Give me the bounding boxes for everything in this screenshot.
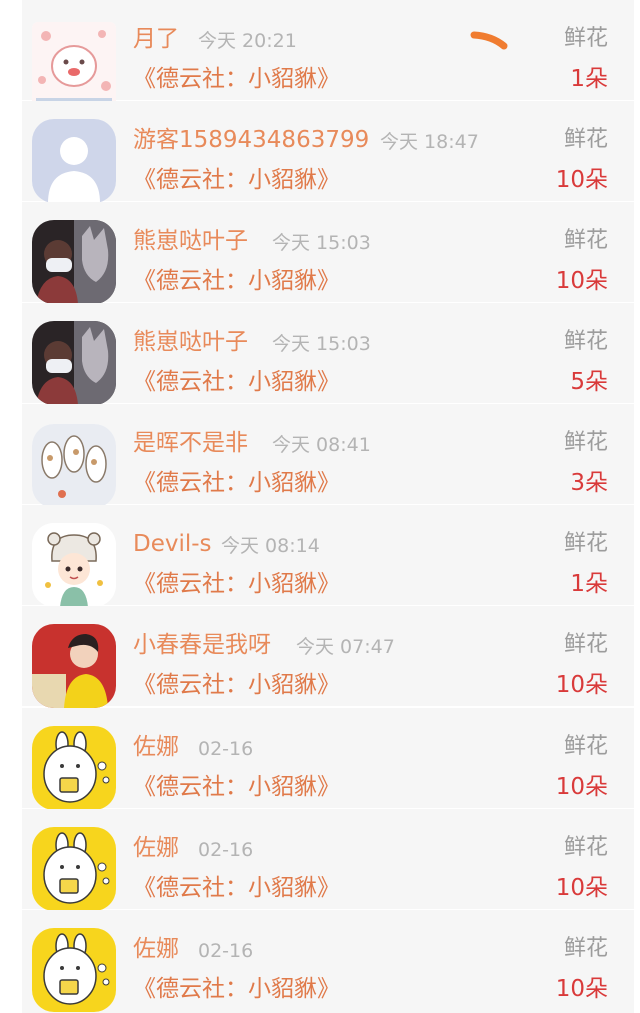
cartoon-tiger-avatar-icon: [32, 22, 116, 106]
avatar[interactable]: [32, 321, 116, 405]
avatar[interactable]: [32, 523, 116, 607]
gift-type: 鲜花: [563, 531, 608, 556]
send-time: 今天 15:03: [272, 333, 371, 355]
work-title-link[interactable]: 《德云社：小貂貅》: [133, 569, 340, 599]
list-item[interactable]: 月了 今天 20:21 鲜花 《德云社：小貂貅》 1朵: [22, 0, 634, 106]
avatar[interactable]: [32, 726, 116, 810]
list-item[interactable]: 佐娜 02-16 鲜花 《德云社：小貂貅》 10朵: [22, 809, 634, 914]
gift-count: 10朵: [555, 672, 608, 698]
list-item[interactable]: 小春春是我呀 今天 07:47 鲜花 《德云社：小貂貅》 10朵: [22, 606, 634, 708]
gift-count: 10朵: [555, 268, 608, 294]
gift-count: 10朵: [555, 875, 608, 901]
avatar[interactable]: [32, 119, 116, 203]
work-title-link[interactable]: 《德云社：小貂貅》: [133, 873, 340, 903]
gift-count: 1朵: [570, 571, 608, 597]
sender-name[interactable]: 月了: [133, 24, 179, 54]
work-title-link[interactable]: 《德云社：小貂貅》: [133, 468, 340, 498]
list-item[interactable]: 熊崽哒叶子 今天 15:03 鲜花 《德云社：小貂貅》 5朵: [22, 303, 634, 405]
gift-type: 鲜花: [563, 329, 608, 354]
send-time: 今天 08:41: [272, 434, 371, 456]
yellow-bunny-avatar-icon: [32, 726, 116, 810]
sender-name[interactable]: Devil-s: [133, 529, 212, 559]
gift-type: 鲜花: [563, 936, 608, 961]
send-time: 02-16: [198, 738, 254, 760]
gift-count: 10朵: [555, 774, 608, 800]
yellow-bunny-avatar-icon: [32, 827, 116, 911]
send-time: 今天 08:14: [221, 535, 320, 557]
list-item[interactable]: 佐娜 02-16 鲜花 《德云社：小貂貅》 10朵: [22, 708, 634, 813]
cartoon-girl-avatar-icon: [32, 523, 116, 607]
gift-type: 鲜花: [563, 127, 608, 152]
gift-count: 3朵: [570, 470, 608, 496]
avatar[interactable]: [32, 220, 116, 304]
masked-person-wolf-avatar-icon: [32, 321, 116, 405]
work-title-link[interactable]: 《德云社：小貂貅》: [133, 670, 340, 700]
gift-type: 鲜花: [563, 632, 608, 657]
avatar[interactable]: [32, 424, 116, 508]
work-title-link[interactable]: 《德云社：小貂貅》: [133, 64, 340, 94]
gift-type: 鲜花: [563, 430, 608, 455]
red-photo-avatar-icon: [32, 624, 116, 708]
gift-count: 10朵: [555, 976, 608, 1002]
list-item[interactable]: 佐娜 02-16 鲜花 《德云社：小貂貅》 10朵: [22, 910, 634, 1013]
gift-count: 1朵: [570, 66, 608, 92]
sender-name[interactable]: 是晖不是非: [133, 428, 248, 458]
send-time: 今天 18:47: [380, 131, 479, 153]
gift-type: 鲜花: [563, 26, 608, 51]
default-person-avatar-icon: [32, 119, 116, 203]
send-time: 02-16: [198, 839, 254, 861]
gift-type: 鲜花: [563, 835, 608, 860]
sender-name[interactable]: 熊崽哒叶子: [133, 226, 248, 256]
list-item[interactable]: 是晖不是非 今天 08:41 鲜花 《德云社：小貂貅》 3朵: [22, 404, 634, 509]
work-title-link[interactable]: 《德云社：小貂貅》: [133, 165, 340, 195]
orange-stroke-mark: [470, 31, 508, 50]
gift-count: 5朵: [570, 369, 608, 395]
work-title-link[interactable]: 《德云社：小貂貅》: [133, 367, 340, 397]
avatar[interactable]: [32, 827, 116, 911]
sender-name[interactable]: 佐娜: [133, 732, 179, 762]
list-item[interactable]: Devil-s 今天 08:14 鲜花 《德云社：小貂貅》 1朵: [22, 505, 634, 610]
sender-name[interactable]: 游客1589434863799: [133, 125, 369, 155]
avatar[interactable]: [32, 22, 116, 106]
sender-name[interactable]: 小春春是我呀: [133, 630, 271, 660]
cats-sketch-avatar-icon: [32, 424, 116, 508]
gift-type: 鲜花: [563, 734, 608, 759]
send-time: 今天 20:21: [198, 30, 297, 52]
send-time: 02-16: [198, 940, 254, 962]
list-item[interactable]: 熊崽哒叶子 今天 15:03 鲜花 《德云社：小貂貅》 10朵: [22, 202, 634, 307]
sender-name[interactable]: 熊崽哒叶子: [133, 327, 248, 357]
send-time: 今天 07:47: [296, 636, 395, 658]
work-title-link[interactable]: 《德云社：小貂貅》: [133, 974, 340, 1004]
gift-count: 10朵: [555, 167, 608, 193]
list-item[interactable]: 游客1589434863799 今天 18:47 鲜花 《德云社：小貂貅》 10…: [22, 101, 634, 206]
sender-name[interactable]: 佐娜: [133, 833, 179, 863]
send-time: 今天 15:03: [272, 232, 371, 254]
sender-name[interactable]: 佐娜: [133, 934, 179, 964]
avatar[interactable]: [32, 928, 116, 1012]
avatar[interactable]: [32, 624, 116, 708]
gift-record-list: 月了 今天 20:21 鲜花 《德云社：小貂貅》 1朵 游客1589434863…: [0, 0, 640, 1013]
work-title-link[interactable]: 《德云社：小貂貅》: [133, 772, 340, 802]
gift-type: 鲜花: [563, 228, 608, 253]
masked-person-wolf-avatar-icon: [32, 220, 116, 304]
work-title-link[interactable]: 《德云社：小貂貅》: [133, 266, 340, 296]
yellow-bunny-avatar-icon: [32, 928, 116, 1012]
